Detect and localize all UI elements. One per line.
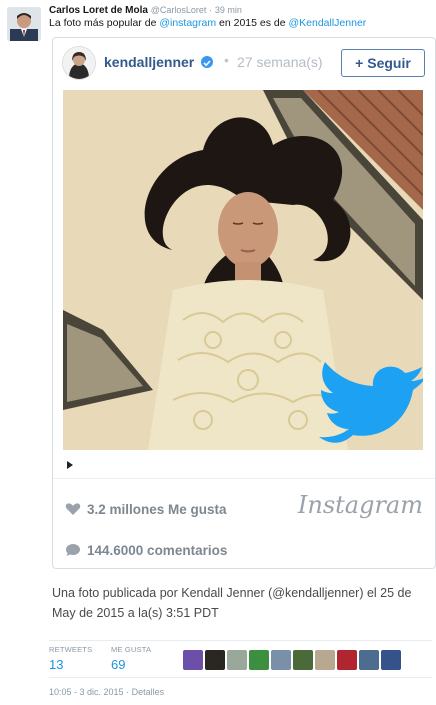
liker-avatar[interactable] bbox=[293, 650, 313, 670]
tweet-header: Carlos Loret de Mola @CarlosLoret · 39 m… bbox=[49, 4, 432, 30]
post-caption: Una foto publicada por Kendall Jenner (@… bbox=[52, 586, 412, 620]
instagram-logo[interactable]: Instagram bbox=[298, 491, 423, 519]
retweets-label: RETWEETS bbox=[49, 645, 93, 654]
liker-avatar[interactable] bbox=[205, 650, 225, 670]
instagram-photo[interactable] bbox=[63, 90, 423, 450]
tweet-footer: 10:05 - 3 dic. 2015 · Detalles bbox=[49, 687, 164, 697]
tweet-timestamp[interactable]: 10:05 - 3 dic. 2015 bbox=[49, 687, 124, 697]
comments-row: 144.6000 comentarios bbox=[65, 541, 227, 559]
instagram-embed-card: kendalljenner • 27 semana(s) + Seguir 3.… bbox=[52, 37, 436, 569]
author-avatar[interactable] bbox=[7, 7, 41, 41]
tweet-stats: RETWEETS 13 ME GUSTA 69 bbox=[49, 640, 432, 678]
heart-icon bbox=[65, 503, 81, 515]
likes-label: ME GUSTA bbox=[111, 645, 152, 654]
author-handle[interactable]: @CarlosLoret bbox=[151, 5, 207, 15]
header-separator: · bbox=[209, 5, 213, 15]
post-age[interactable]: 27 semana(s) bbox=[237, 54, 323, 70]
verified-icon bbox=[201, 56, 213, 68]
mention-kendalljenner[interactable]: @KendallJenner bbox=[289, 17, 367, 29]
embed-separator: • bbox=[224, 52, 229, 68]
liker-avatar[interactable] bbox=[359, 650, 379, 670]
likes-row: 3.2 millones Me gusta bbox=[65, 500, 227, 518]
tweet-time[interactable]: 39 min bbox=[215, 5, 242, 15]
instagram-avatar[interactable] bbox=[62, 46, 96, 80]
next-arrow-icon[interactable] bbox=[67, 461, 73, 469]
likes-stat[interactable]: ME GUSTA 69 bbox=[111, 645, 151, 672]
likes-stat-count[interactable]: 69 bbox=[111, 657, 151, 672]
retweets-count[interactable]: 13 bbox=[49, 657, 92, 672]
instagram-username[interactable]: kendalljenner bbox=[104, 54, 194, 70]
tweet-text-middle: en 2015 es de bbox=[216, 17, 289, 29]
liker-avatar[interactable] bbox=[381, 650, 401, 670]
embed-header: kendalljenner • 27 semana(s) + Seguir bbox=[53, 38, 435, 88]
liker-avatar[interactable] bbox=[227, 650, 247, 670]
likes-count: 3.2 millones Me gusta bbox=[87, 501, 227, 517]
liker-avatar[interactable] bbox=[271, 650, 291, 670]
tweet-text: La foto más popular de @instagram en 201… bbox=[49, 17, 432, 30]
tweet-text-prefix: La foto más popular de bbox=[49, 17, 160, 29]
footer-separator: · bbox=[126, 687, 130, 697]
retweets-stat[interactable]: RETWEETS 13 bbox=[49, 645, 92, 672]
comment-icon bbox=[66, 544, 80, 556]
follow-button[interactable]: + Seguir bbox=[341, 49, 425, 77]
mention-instagram[interactable]: @instagram bbox=[159, 17, 216, 29]
comments-count: 144.6000 comentarios bbox=[87, 542, 228, 558]
author-name[interactable]: Carlos Loret de Mola bbox=[49, 5, 148, 16]
embed-divider bbox=[53, 478, 435, 479]
liker-avatar[interactable] bbox=[249, 650, 269, 670]
liker-avatar[interactable] bbox=[337, 650, 357, 670]
details-link[interactable]: Detalles bbox=[132, 687, 165, 697]
liker-avatar[interactable] bbox=[183, 650, 203, 670]
liker-avatar[interactable] bbox=[315, 650, 335, 670]
liker-avatars bbox=[183, 650, 401, 670]
